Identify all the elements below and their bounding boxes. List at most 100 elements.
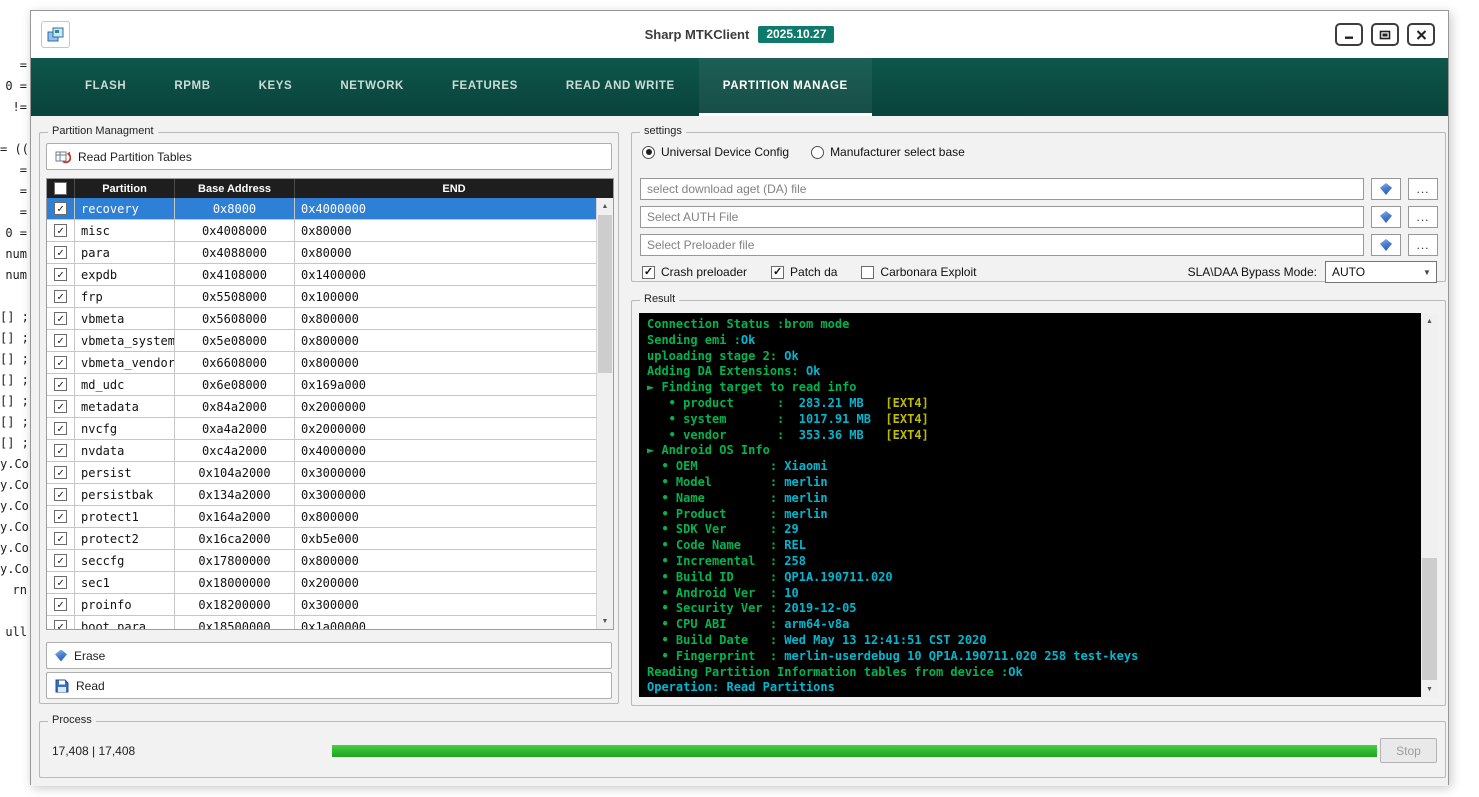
partition-row-proinfo[interactable]: ✓proinfo0x182000000x300000	[47, 594, 596, 616]
row-checkbox[interactable]: ✓	[54, 400, 67, 413]
tab-features[interactable]: FEATURES	[428, 58, 542, 116]
partition-row-vbmeta_system[interactable]: ✓vbmeta_system0x5e080000x800000	[47, 330, 596, 352]
radio-universal-device-config[interactable]: Universal Device Config	[642, 145, 789, 159]
tab-rpmb[interactable]: RPMB	[150, 58, 234, 116]
row-checkbox[interactable]: ✓	[54, 334, 67, 347]
cell-partition: metadata	[75, 396, 175, 417]
scroll-up-arrow[interactable]: ▲	[597, 198, 613, 214]
partition-row-seccfg[interactable]: ✓seccfg0x178000000x800000	[47, 550, 596, 572]
tab-network[interactable]: NETWORK	[316, 58, 428, 116]
row-checkbox[interactable]: ✓	[54, 290, 67, 303]
read-partition-tables-button[interactable]: Read Partition Tables	[46, 143, 612, 170]
scroll-up-arrow[interactable]: ▲	[1421, 313, 1438, 329]
row-checkbox[interactable]: ✓	[54, 620, 67, 629]
checkbox-icon[interactable]: ✓	[642, 266, 655, 279]
partition-row-persist[interactable]: ✓persist0x104a20000x3000000	[47, 462, 596, 484]
minimize-button[interactable]	[1335, 23, 1363, 46]
scroll-thumb[interactable]	[598, 215, 612, 373]
row-checkbox[interactable]: ✓	[54, 554, 67, 567]
tab-keys[interactable]: KEYS	[235, 58, 317, 116]
partition-row-recovery[interactable]: ✓recovery0x80000x4000000	[47, 198, 596, 220]
scroll-down-arrow[interactable]: ▼	[1421, 681, 1438, 697]
partition-row-expdb[interactable]: ✓expdb0x41080000x1400000	[47, 264, 596, 286]
row-checkbox[interactable]: ✓	[54, 444, 67, 457]
row-checkbox[interactable]: ✓	[54, 268, 67, 281]
preloader-file-clear-button[interactable]	[1371, 234, 1401, 256]
cell-base-address: 0x5508000	[175, 286, 295, 307]
bypass-mode-group: SLA\DAA Bypass Mode: AUTO ▼	[1188, 261, 1437, 283]
progress-bar	[332, 745, 1377, 757]
row-checkbox[interactable]: ✓	[54, 356, 67, 369]
partition-row-para[interactable]: ✓para0x40880000x80000	[47, 242, 596, 264]
process-legend: Process	[48, 714, 96, 726]
partition-row-frp[interactable]: ✓frp0x55080000x100000	[47, 286, 596, 308]
radio-manufacturer-select-base[interactable]: Manufacturer select base	[811, 145, 965, 159]
tab-read-and-write[interactable]: READ AND WRITE	[542, 58, 699, 116]
cell-base-address: 0x84a2000	[175, 396, 295, 417]
partition-row-metadata[interactable]: ✓metadata0x84a20000x2000000	[47, 396, 596, 418]
preloader-file-input[interactable]	[640, 234, 1364, 256]
row-checkbox[interactable]: ✓	[54, 246, 67, 259]
titlebar: Sharp MTKClient 2025.10.27	[31, 11, 1448, 58]
partition-row-protect1[interactable]: ✓protect10x164a20000x800000	[47, 506, 596, 528]
bypass-mode-dropdown[interactable]: AUTO ▼	[1325, 261, 1437, 283]
checkbox-icon[interactable]	[861, 266, 874, 279]
auth-file-input[interactable]	[640, 206, 1364, 228]
console-line: • Model : merlin	[647, 475, 1418, 491]
checkbox-carbonara-exploit[interactable]: Carbonara Exploit	[861, 265, 976, 279]
select-all-checkbox[interactable]	[54, 182, 67, 195]
console-line: • OEM : Xiaomi	[647, 459, 1418, 475]
preloader-file-browse-button[interactable]: ...	[1408, 234, 1438, 256]
row-checkbox[interactable]: ✓	[54, 488, 67, 501]
partition-row-nvcfg[interactable]: ✓nvcfg0xa4a20000x2000000	[47, 418, 596, 440]
partition-row-vbmeta_vendor[interactable]: ✓vbmeta_vendor0x66080000x800000	[47, 352, 596, 374]
row-checkbox[interactable]: ✓	[54, 202, 67, 215]
maximize-button[interactable]	[1371, 23, 1399, 46]
row-checkbox[interactable]: ✓	[54, 422, 67, 435]
tab-flash[interactable]: FLASH	[61, 58, 150, 116]
row-checkbox[interactable]: ✓	[54, 510, 67, 523]
checkbox-crash-preloader[interactable]: ✓Crash preloader	[642, 265, 747, 279]
scroll-down-arrow[interactable]: ▼	[597, 613, 613, 629]
partition-row-persistbak[interactable]: ✓persistbak0x134a20000x3000000	[47, 484, 596, 506]
erase-button[interactable]: Erase	[46, 642, 612, 669]
partition-row-protect2[interactable]: ✓protect20x16ca20000xb5e000	[47, 528, 596, 550]
app-window: Sharp MTKClient 2025.10.27	[30, 10, 1449, 785]
close-button[interactable]	[1407, 23, 1435, 46]
scroll-track[interactable]	[1421, 329, 1438, 681]
tab-partition-manage[interactable]: PARTITION MANAGE	[699, 58, 872, 116]
scroll-thumb[interactable]	[1422, 558, 1437, 680]
checkbox-icon[interactable]: ✓	[771, 266, 784, 279]
partition-row-sec1[interactable]: ✓sec10x180000000x200000	[47, 572, 596, 594]
console-scrollbar[interactable]: ▲ ▼	[1421, 313, 1438, 697]
da-file-clear-button[interactable]	[1371, 178, 1401, 200]
row-checkbox[interactable]: ✓	[54, 312, 67, 325]
cell-end: 0x800000	[295, 352, 596, 373]
auth-file-browse-button[interactable]: ...	[1408, 206, 1438, 228]
da-file-input[interactable]	[640, 178, 1364, 200]
partition-row-boot_para[interactable]: ✓boot_para0x185000000x1a00000	[47, 616, 596, 629]
radio-button-icon[interactable]	[642, 146, 655, 159]
read-button[interactable]: Read	[46, 672, 612, 699]
row-checkbox[interactable]: ✓	[54, 378, 67, 391]
partition-row-nvdata[interactable]: ✓nvdata0xc4a20000x4000000	[47, 440, 596, 462]
code-fragment: =	[0, 55, 27, 76]
stop-button[interactable]: Stop	[1380, 738, 1437, 763]
row-checkbox[interactable]: ✓	[54, 598, 67, 611]
code-fragment: ull	[0, 622, 27, 643]
checkbox-patch-da[interactable]: ✓Patch da	[771, 265, 837, 279]
table-scrollbar[interactable]: ▲ ▼	[596, 198, 613, 629]
partition-row-vbmeta[interactable]: ✓vbmeta0x56080000x800000	[47, 308, 596, 330]
auth-file-clear-button[interactable]	[1371, 206, 1401, 228]
partition-row-md_udc[interactable]: ✓md_udc0x6e080000x169a000	[47, 374, 596, 396]
radio-button-icon[interactable]	[811, 146, 824, 159]
row-checkbox[interactable]: ✓	[54, 532, 67, 545]
da-file-browse-button[interactable]: ...	[1408, 178, 1438, 200]
partition-row-misc[interactable]: ✓misc0x40080000x80000	[47, 220, 596, 242]
row-checkbox[interactable]: ✓	[54, 466, 67, 479]
row-checkbox[interactable]: ✓	[54, 576, 67, 589]
row-checkbox[interactable]: ✓	[54, 224, 67, 237]
code-fragment	[0, 118, 27, 139]
code-fragment: =	[0, 202, 27, 223]
scroll-track[interactable]	[597, 214, 613, 613]
